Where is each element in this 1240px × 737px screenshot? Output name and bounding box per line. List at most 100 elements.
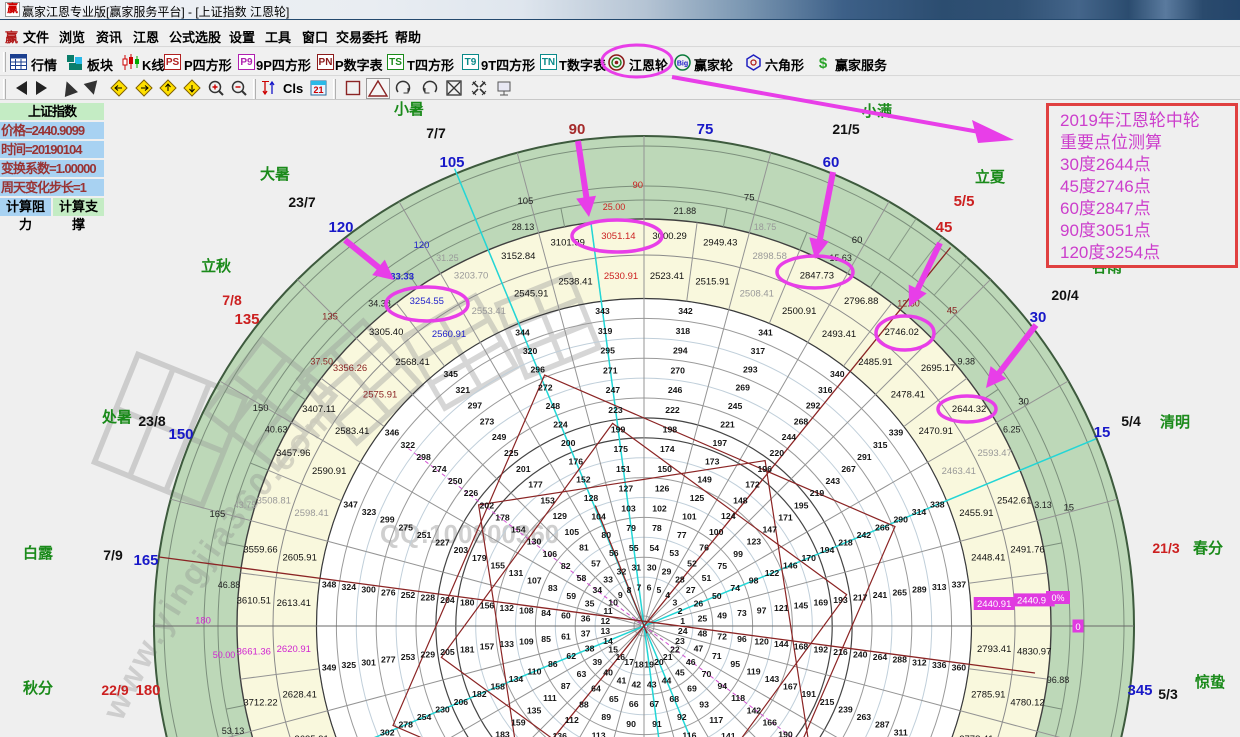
svg-text:2463.41: 2463.41 bbox=[942, 466, 976, 477]
svg-text:190: 190 bbox=[778, 730, 793, 737]
svg-text:324: 324 bbox=[342, 582, 357, 592]
svg-text:2628.41: 2628.41 bbox=[283, 690, 317, 701]
svg-text:2545.91: 2545.91 bbox=[514, 289, 548, 300]
svg-text:2746.02: 2746.02 bbox=[885, 327, 919, 338]
svg-text:104: 104 bbox=[591, 511, 606, 521]
svg-text:150: 150 bbox=[253, 403, 269, 414]
svg-text:148: 148 bbox=[733, 495, 748, 505]
svg-text:5/3: 5/3 bbox=[1158, 686, 1178, 702]
svg-text:273: 273 bbox=[480, 416, 495, 426]
svg-text:2898.58: 2898.58 bbox=[753, 251, 787, 262]
svg-text:265: 265 bbox=[892, 587, 907, 597]
svg-text:57: 57 bbox=[591, 559, 601, 569]
svg-text:241: 241 bbox=[873, 590, 888, 600]
svg-text:291: 291 bbox=[857, 452, 872, 462]
svg-text:218: 218 bbox=[838, 538, 853, 548]
svg-text:151: 151 bbox=[616, 464, 631, 474]
svg-text:135: 135 bbox=[322, 311, 338, 322]
svg-text:290: 290 bbox=[893, 515, 908, 525]
svg-text:157: 157 bbox=[480, 642, 495, 652]
svg-text:244: 244 bbox=[782, 432, 797, 442]
svg-text:271: 271 bbox=[603, 365, 618, 375]
svg-text:40: 40 bbox=[603, 668, 613, 678]
svg-text:33: 33 bbox=[603, 574, 613, 584]
svg-text:18.75: 18.75 bbox=[754, 222, 777, 232]
svg-text:313: 313 bbox=[932, 582, 947, 592]
svg-text:33.33: 33.33 bbox=[390, 272, 414, 283]
svg-text:2583.41: 2583.41 bbox=[335, 426, 369, 437]
svg-text:125: 125 bbox=[690, 493, 705, 503]
svg-text:110: 110 bbox=[527, 666, 541, 676]
svg-text:143: 143 bbox=[765, 674, 780, 684]
svg-text:325: 325 bbox=[342, 660, 357, 670]
svg-text:240: 240 bbox=[853, 650, 868, 660]
svg-text:51: 51 bbox=[702, 573, 712, 583]
svg-text:315: 315 bbox=[873, 440, 888, 450]
svg-text:87: 87 bbox=[561, 681, 571, 691]
svg-text:4830.97: 4830.97 bbox=[1017, 647, 1051, 658]
svg-text:296: 296 bbox=[530, 364, 545, 374]
svg-text:3559.66: 3559.66 bbox=[243, 545, 277, 556]
svg-text:2593.47: 2593.47 bbox=[978, 448, 1012, 459]
svg-text:2796.88: 2796.88 bbox=[844, 296, 878, 307]
svg-text:60: 60 bbox=[561, 611, 571, 621]
svg-text:3000.29: 3000.29 bbox=[652, 231, 686, 242]
svg-text:3051.14: 3051.14 bbox=[601, 231, 635, 242]
svg-text:165: 165 bbox=[133, 552, 158, 569]
svg-text:35: 35 bbox=[585, 599, 595, 609]
svg-text:小暑: 小暑 bbox=[394, 100, 424, 118]
svg-text:217: 217 bbox=[853, 593, 868, 603]
svg-text:54: 54 bbox=[649, 543, 659, 553]
svg-text:2620.91: 2620.91 bbox=[277, 644, 311, 655]
svg-text:173: 173 bbox=[705, 456, 720, 466]
svg-text:340: 340 bbox=[830, 369, 845, 379]
svg-text:3: 3 bbox=[672, 597, 677, 607]
svg-text:339: 339 bbox=[889, 428, 904, 438]
svg-text:297: 297 bbox=[468, 401, 483, 411]
svg-text:7/8: 7/8 bbox=[222, 292, 242, 308]
svg-text:52: 52 bbox=[687, 559, 697, 569]
svg-text:5/5: 5/5 bbox=[954, 193, 975, 210]
svg-text:150: 150 bbox=[168, 426, 193, 443]
svg-text:264: 264 bbox=[873, 652, 888, 662]
svg-text:秋分: 秋分 bbox=[23, 679, 53, 697]
svg-text:202: 202 bbox=[480, 500, 495, 510]
svg-text:201: 201 bbox=[516, 464, 531, 474]
svg-text:28.13: 28.13 bbox=[512, 222, 535, 232]
svg-text:30: 30 bbox=[1018, 397, 1029, 408]
svg-text:292: 292 bbox=[806, 401, 821, 411]
svg-text:101: 101 bbox=[682, 511, 697, 521]
svg-text:4780.12: 4780.12 bbox=[1010, 697, 1044, 708]
svg-text:269: 269 bbox=[735, 383, 750, 393]
svg-text:0: 0 bbox=[1075, 622, 1080, 633]
svg-text:121: 121 bbox=[774, 603, 789, 613]
svg-text:337: 337 bbox=[952, 580, 967, 590]
svg-text:68: 68 bbox=[669, 694, 679, 704]
svg-text:39: 39 bbox=[592, 657, 602, 667]
svg-text:159: 159 bbox=[511, 717, 526, 727]
svg-text:111: 111 bbox=[543, 693, 557, 703]
svg-text:53.13: 53.13 bbox=[222, 726, 245, 736]
svg-text:229: 229 bbox=[421, 650, 436, 660]
svg-text:77: 77 bbox=[677, 530, 687, 540]
svg-text:66: 66 bbox=[629, 699, 639, 709]
svg-text:221: 221 bbox=[720, 420, 735, 430]
svg-text:168: 168 bbox=[794, 642, 809, 652]
svg-text:108: 108 bbox=[519, 606, 534, 616]
svg-text:147: 147 bbox=[762, 525, 777, 535]
svg-text:226: 226 bbox=[464, 488, 479, 498]
svg-text:41: 41 bbox=[617, 675, 627, 685]
svg-text:7/9: 7/9 bbox=[103, 547, 123, 563]
svg-text:135: 135 bbox=[234, 311, 259, 328]
svg-text:7/7: 7/7 bbox=[426, 125, 446, 141]
svg-text:158: 158 bbox=[490, 682, 505, 692]
svg-text:17: 17 bbox=[624, 657, 634, 667]
svg-text:15: 15 bbox=[1064, 502, 1075, 513]
svg-text:3407.11: 3407.11 bbox=[302, 404, 336, 415]
svg-text:263: 263 bbox=[857, 712, 872, 722]
svg-text:32: 32 bbox=[617, 567, 627, 577]
svg-text:21.88: 21.88 bbox=[674, 206, 697, 216]
svg-text:2493.41: 2493.41 bbox=[822, 329, 856, 340]
svg-text:94: 94 bbox=[717, 681, 727, 691]
svg-text:40.63: 40.63 bbox=[265, 424, 288, 434]
